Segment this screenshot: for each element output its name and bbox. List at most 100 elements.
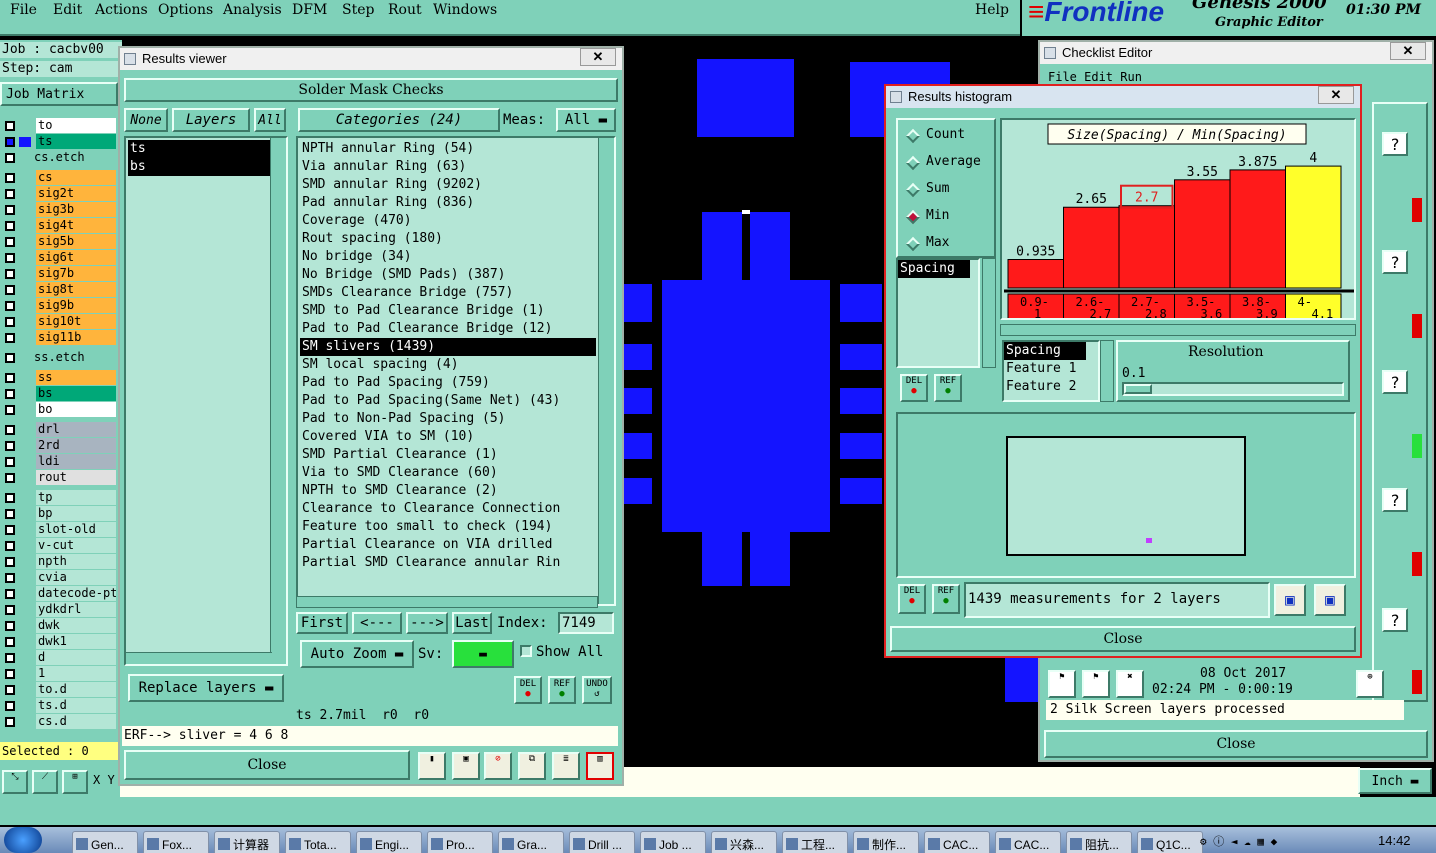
layer-checkbox[interactable] — [5, 333, 15, 343]
hist-ref-icon[interactable]: REF ● — [934, 374, 962, 402]
menu-edit[interactable]: Edit — [53, 2, 82, 18]
erf-icon[interactable]: ⊘ — [484, 752, 512, 780]
taskbar-button[interactable]: 兴森... — [711, 831, 777, 853]
layer-row[interactable]: cs — [0, 170, 118, 186]
taskbar-button[interactable]: 计算器 — [214, 831, 280, 853]
taskbar-button[interactable]: CAC... — [924, 831, 990, 853]
category-item[interactable]: Pad to Pad Spacing(Same Net) (43) — [300, 392, 596, 410]
help-button-4[interactable]: ? — [1382, 488, 1408, 512]
histogram-chart[interactable]: Size(Spacing) / Min(Spacing)0.9350.9-12.… — [1002, 120, 1354, 318]
category-item[interactable]: Via annular Ring (63) — [300, 158, 596, 176]
layer-checkbox[interactable] — [5, 653, 15, 663]
menu-file[interactable]: File — [10, 2, 37, 18]
layer-row[interactable]: bo — [0, 402, 118, 418]
result-layer-item[interactable]: ts — [128, 140, 272, 158]
layer-checkbox[interactable] — [5, 457, 15, 467]
category-item[interactable]: NPTH annular Ring (54) — [300, 140, 596, 158]
category-item[interactable]: Pad to Pad Spacing (759) — [300, 374, 596, 392]
count-icon[interactable]: ⧉ — [518, 752, 546, 780]
layer-checkbox[interactable] — [5, 541, 15, 551]
layer-checkbox[interactable] — [5, 285, 15, 295]
layer-checkbox[interactable] — [5, 621, 15, 631]
layer-checkbox[interactable] — [5, 605, 15, 615]
category-item[interactable]: Coverage (470) — [300, 212, 596, 230]
layer-checkbox[interactable] — [5, 573, 15, 583]
layer-row[interactable]: datecode-pt — [0, 586, 118, 602]
layer-row[interactable]: sig3b — [0, 202, 118, 218]
layer-checkbox[interactable] — [5, 301, 15, 311]
layer-checkbox[interactable] — [5, 353, 15, 363]
undo-icon[interactable]: UNDO ↺ — [582, 676, 612, 704]
menu-help[interactable]: Help — [975, 2, 1009, 18]
layer-row[interactable]: slot-old — [0, 522, 118, 538]
taskbar-button[interactable]: Job ... — [640, 831, 706, 853]
resolution-slider[interactable] — [1122, 382, 1344, 396]
meas-select[interactable]: All ▬ — [556, 108, 616, 132]
layer-list-scrollbar[interactable] — [270, 138, 286, 664]
layer-checkbox[interactable] — [5, 717, 15, 727]
layer-checkbox[interactable] — [5, 493, 15, 503]
layer-row[interactable]: 1 — [0, 666, 118, 682]
layer-row[interactable]: rout — [0, 470, 118, 486]
metric-item[interactable]: Spacing — [898, 260, 970, 278]
chart-hscroll[interactable] — [1000, 324, 1356, 336]
layer-row[interactable]: v-cut — [0, 538, 118, 554]
none-button[interactable]: None — [124, 108, 168, 132]
autozoom-select[interactable]: Auto Zoom ▬ — [300, 640, 414, 668]
category-item[interactable]: Feature too small to check (194) — [300, 518, 596, 536]
layer-row[interactable]: d — [0, 650, 118, 666]
menu-rout[interactable]: Rout — [388, 2, 422, 18]
slider-thumb[interactable] — [1124, 384, 1152, 394]
layer-checkbox[interactable] — [5, 153, 15, 163]
layer-row[interactable]: tp — [0, 490, 118, 506]
hist-del-icon[interactable]: DEL ● — [900, 374, 928, 402]
radio-sum[interactable]: Sum — [904, 180, 994, 200]
prev-button[interactable]: <--- — [352, 612, 402, 634]
category-item[interactable]: Covered VIA to SM (10) — [300, 428, 596, 446]
layer-row[interactable]: sig9b — [0, 298, 118, 314]
category-item[interactable]: Via to SMD Clearance (60) — [300, 464, 596, 482]
preview-ref-icon[interactable]: REF ● — [932, 584, 960, 614]
layer-row[interactable]: ss.etch — [0, 350, 118, 366]
layer-row[interactable]: 2rd — [0, 438, 118, 454]
taskbar-button[interactable]: Pro... — [427, 831, 493, 853]
import-icon[interactable]: ▣ — [1314, 584, 1346, 616]
close-window-button[interactable]: ✕ — [580, 48, 616, 66]
layers-button[interactable]: Layers — [172, 108, 250, 132]
layer-checkbox[interactable] — [5, 425, 15, 435]
taskbar-button[interactable]: Gra... — [498, 831, 564, 853]
layer-checkbox[interactable] — [5, 121, 15, 131]
all-layers-button[interactable]: All — [254, 108, 286, 132]
category-item[interactable]: SM local spacing (4) — [300, 356, 596, 374]
histogram-close-icon[interactable]: ✕ — [1318, 86, 1354, 104]
export-icon[interactable]: ▣ — [1274, 584, 1306, 616]
category-item[interactable]: SMD to Pad Clearance Bridge (1) — [300, 302, 596, 320]
layer-row[interactable]: to.d — [0, 682, 118, 698]
layer-row[interactable]: sig4t — [0, 218, 118, 234]
replace-layers-select[interactable]: Replace layers ▬ — [128, 674, 284, 702]
layer-row[interactable]: dwk1 — [0, 634, 118, 650]
help-button-5[interactable]: ? — [1382, 608, 1408, 632]
layer-checkbox[interactable] — [5, 253, 15, 263]
layer-row[interactable]: drl — [0, 422, 118, 438]
layer-row[interactable]: sig6t — [0, 250, 118, 266]
feature-scrollbar[interactable] — [1100, 340, 1114, 402]
checklist-close-icon[interactable]: ✕ — [1390, 42, 1426, 60]
layer-checkbox[interactable] — [5, 405, 15, 415]
feature-item[interactable]: Feature 1 — [1004, 360, 1100, 378]
help-button-2[interactable]: ? — [1382, 250, 1408, 274]
layer-row[interactable]: npth — [0, 554, 118, 570]
layer-checkbox[interactable] — [5, 173, 15, 183]
categories-scrollbar[interactable] — [598, 138, 614, 604]
layer-row[interactable]: sig8t — [0, 282, 118, 298]
layer-row[interactable]: ydkdrl — [0, 602, 118, 618]
feature-item[interactable]: Spacing — [1004, 342, 1086, 360]
layer-row[interactable]: bs — [0, 386, 118, 402]
layer-checkbox[interactable] — [5, 557, 15, 567]
layer-row[interactable]: cs.etch — [0, 150, 118, 166]
menu-windows[interactable]: Windows — [433, 2, 497, 18]
radio-count[interactable]: Count — [904, 126, 994, 146]
layer-checkbox[interactable] — [5, 589, 15, 599]
layer-row[interactable]: sig11b — [0, 330, 118, 346]
categories-button[interactable]: Categories (24) — [298, 108, 500, 132]
